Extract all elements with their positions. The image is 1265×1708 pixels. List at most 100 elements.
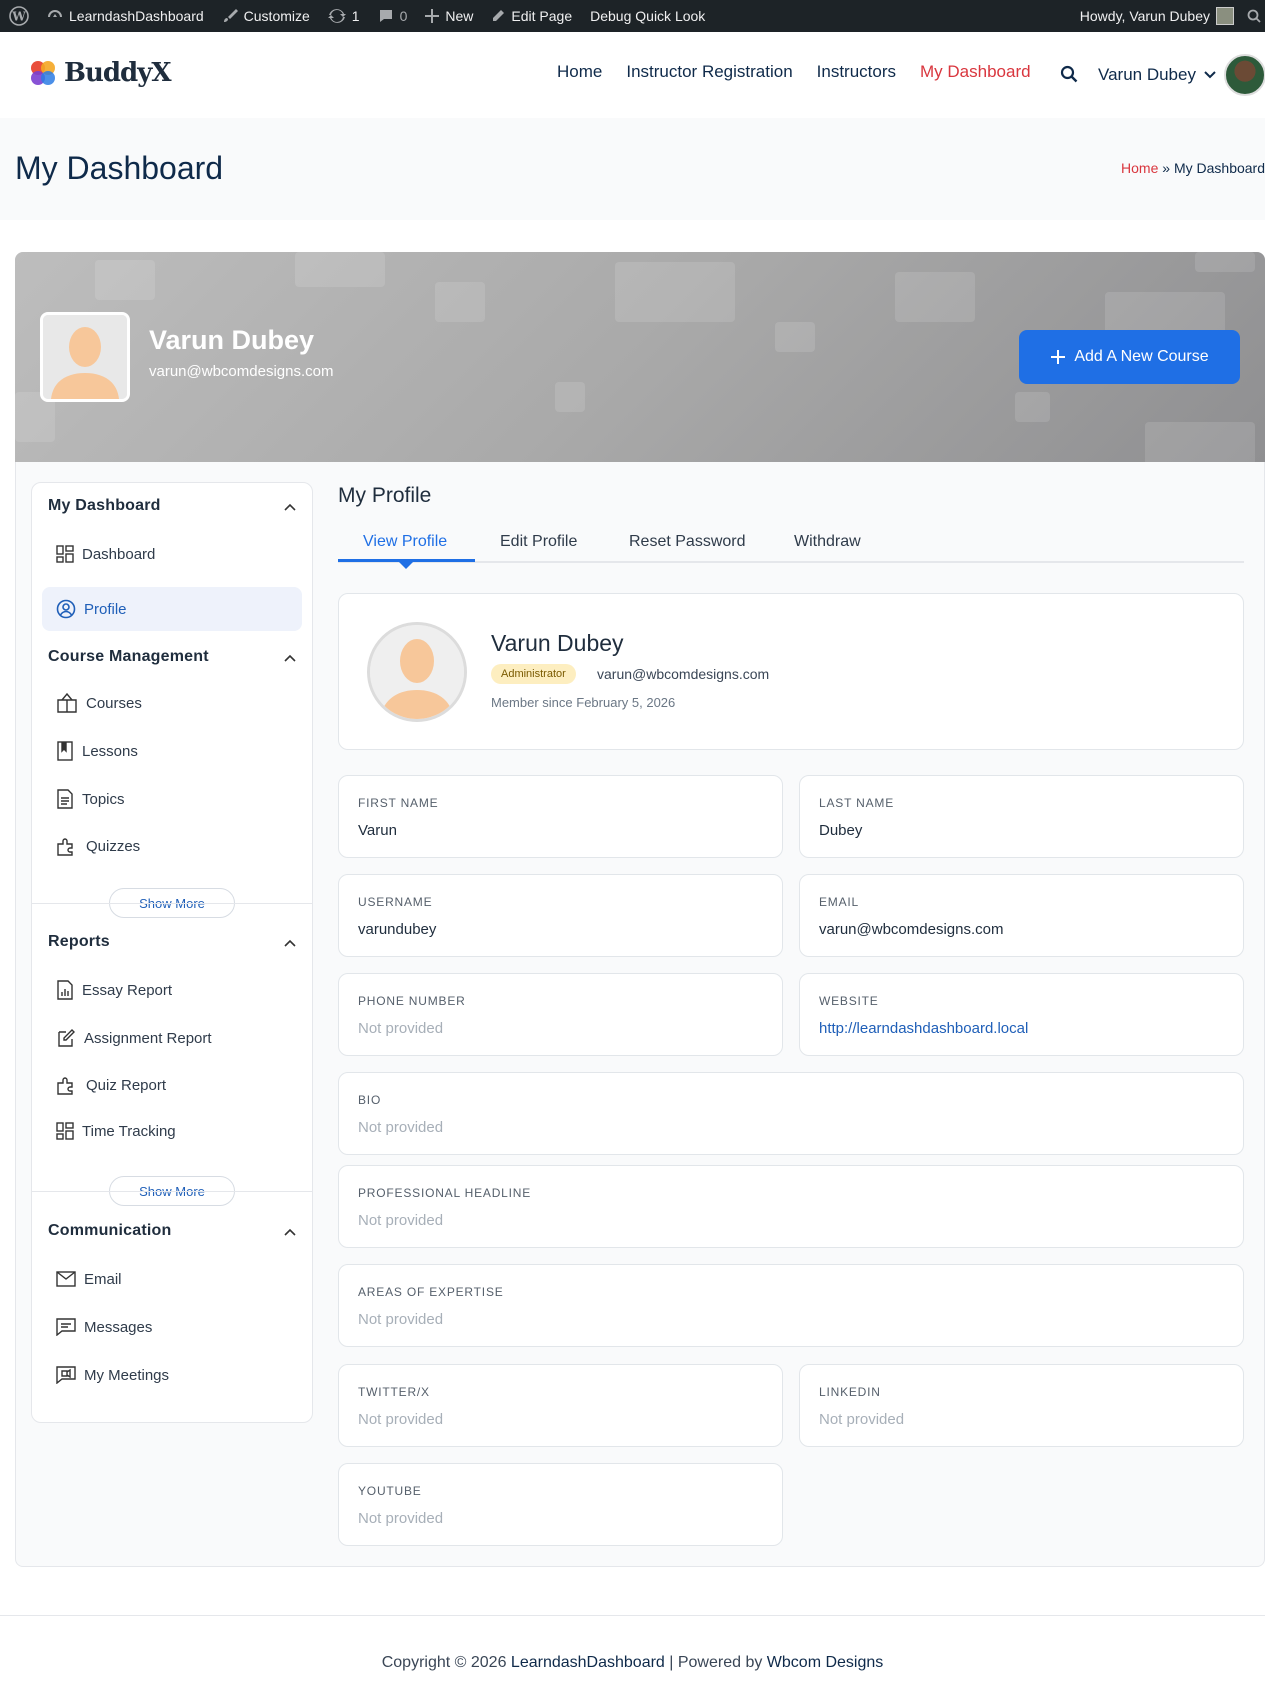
footer-copyright: Copyright © 2026 LearndashDashboard | Po… [0, 1654, 1265, 1672]
admin-bar-customize[interactable]: Customize [213, 0, 319, 32]
sidebar-section-communication[interactable]: Communication [48, 1222, 172, 1240]
tab-view-profile[interactable]: View Profile [363, 533, 447, 551]
field-professional-headline: Professional Headline Not provided [338, 1165, 1244, 1248]
cover-avatar[interactable] [40, 312, 130, 402]
field-last-name: Last Name Dubey [799, 775, 1244, 858]
tab-edit-profile[interactable]: Edit Profile [500, 533, 577, 551]
nav-my-dashboard[interactable]: My Dashboard [920, 62, 1031, 82]
field-label: LinkedIn [819, 1385, 881, 1399]
admin-bar-site[interactable]: LearndashDashboard [38, 0, 213, 32]
role-badge: Administrator [491, 664, 576, 684]
sidebar-item-dashboard[interactable]: Dashboard [42, 532, 302, 576]
tab-withdraw[interactable]: Withdraw [794, 533, 861, 551]
user-menu[interactable]: Varun Dubey [1098, 65, 1216, 85]
add-course-label: Add A New Course [1074, 348, 1209, 365]
nav-home[interactable]: Home [557, 62, 602, 82]
admin-bar-comments[interactable]: 0 [369, 0, 417, 32]
breadcrumb-home[interactable]: Home [1121, 160, 1158, 176]
admin-bar-updates[interactable]: 1 [319, 0, 369, 32]
sidebar-section-course-management[interactable]: Course Management [48, 648, 209, 666]
field-label: First Name [358, 796, 439, 810]
grid-icon [56, 1122, 74, 1140]
user-avatar[interactable] [1224, 54, 1265, 96]
edit-document-icon [58, 1029, 75, 1047]
search-icon[interactable] [1060, 65, 1078, 88]
howdy-label: Howdy, Varun Dubey [1079, 8, 1210, 24]
field-label: Website [819, 994, 879, 1008]
nav-instructor-registration[interactable]: Instructor Registration [626, 62, 792, 82]
field-linkedin: LinkedIn Not provided [799, 1364, 1244, 1447]
field-label: Areas of Expertise [358, 1285, 504, 1299]
add-course-button[interactable]: Add A New Course [1019, 330, 1240, 384]
field-youtube: YouTube Not provided [338, 1463, 783, 1546]
divider [32, 1191, 312, 1192]
brush-icon [223, 9, 238, 22]
admin-bar-customize-label: Customize [243, 8, 310, 24]
admin-bar-edit-page[interactable]: Edit Page [482, 0, 581, 32]
chevron-up-icon[interactable] [284, 654, 296, 662]
field-label: Twitter/X [358, 1385, 430, 1399]
breadcrumb: Home » My Dashboard [1121, 160, 1265, 176]
page-title: My Dashboard [15, 150, 224, 186]
admin-bar-debug[interactable]: Debug Quick Look [581, 0, 714, 32]
tab-reset-password[interactable]: Reset Password [629, 533, 746, 551]
admin-bar-search-icon[interactable] [1243, 0, 1265, 32]
cover-name: Varun Dubey [149, 325, 315, 355]
document-icon [57, 789, 73, 809]
envelope-icon [56, 1271, 76, 1287]
sidebar-item-label: Quiz Report [86, 1076, 167, 1094]
sidebar-item-email[interactable]: Email [42, 1257, 302, 1301]
field-value: varundubey [358, 921, 437, 938]
update-icon [327, 9, 346, 23]
meeting-icon [56, 1366, 76, 1384]
svg-text:W: W [11, 10, 26, 24]
sidebar-section-reports[interactable]: Reports [48, 933, 110, 951]
sidebar-item-courses[interactable]: Courses [42, 681, 302, 725]
member-since: Member since February 5, 2026 [491, 695, 676, 710]
sidebar-item-label: Profile [84, 600, 127, 618]
site-logo[interactable]: BuddyX [26, 56, 172, 90]
plus-icon [425, 9, 440, 23]
sidebar-item-quizzes[interactable]: Quizzes [42, 824, 302, 868]
admin-bar-account[interactable]: Howdy, Varun Dubey [1071, 0, 1243, 32]
footer-prefix: Copyright © 2026 [381, 1654, 511, 1671]
user-circle-icon [56, 599, 76, 619]
field-value: Dubey [819, 822, 863, 839]
footer-site-link[interactable]: LearndashDashboard [511, 1654, 665, 1671]
chevron-up-icon[interactable] [284, 503, 296, 511]
field-value: varun@wbcomdesigns.com [819, 921, 1004, 938]
sidebar-item-time-tracking[interactable]: Time Tracking [42, 1109, 302, 1153]
plus-icon [1051, 350, 1066, 364]
sidebar-section-my-dashboard[interactable]: My Dashboard [48, 497, 161, 515]
nav-instructors[interactable]: Instructors [817, 62, 896, 82]
sidebar-item-my-meetings[interactable]: My Meetings [42, 1353, 302, 1397]
main-nav: Home Instructor Registration Instructors… [557, 62, 1031, 82]
sidebar-item-assignment-report[interactable]: Assignment Report [42, 1016, 302, 1060]
field-label: Bio [358, 1093, 382, 1107]
sidebar-item-profile[interactable]: Profile [42, 587, 302, 631]
footer-powered-link[interactable]: Wbcom Designs [767, 1654, 883, 1671]
wordpress-logo-icon[interactable]: W [0, 0, 38, 32]
sidebar-item-topics[interactable]: Topics [42, 777, 302, 821]
chevron-up-icon[interactable] [284, 1228, 296, 1236]
website-link[interactable]: http://learndashdashboard.local [819, 1020, 1028, 1037]
field-username: Username varundubey [338, 874, 783, 957]
field-value: Not provided [358, 1411, 444, 1428]
footer-mid: | Powered by [664, 1654, 767, 1671]
sidebar-item-label: Email [84, 1270, 122, 1288]
cover-email: varun@wbcomdesigns.com [149, 363, 334, 380]
admin-bar-new[interactable]: New [416, 0, 482, 32]
field-value: Varun [358, 822, 397, 839]
bookmark-book-icon [57, 741, 73, 761]
comments-count: 0 [399, 8, 408, 24]
sidebar-item-label: My Meetings [84, 1366, 170, 1384]
dashboard-sidebar: My Dashboard Dashboard Profile Course Ma… [31, 482, 313, 1423]
chevron-up-icon[interactable] [284, 939, 296, 947]
sidebar-item-label: Quizzes [86, 837, 141, 855]
sidebar-item-label: Lessons [82, 742, 138, 760]
sidebar-item-lessons[interactable]: Lessons [42, 729, 302, 773]
sidebar-item-quiz-report[interactable]: Quiz Report [42, 1063, 302, 1107]
profile-summary-card: Varun Dubey Administrator varun@wbcomdes… [338, 593, 1244, 750]
sidebar-item-messages[interactable]: Messages [42, 1305, 302, 1349]
sidebar-item-essay-report[interactable]: Essay Report [42, 968, 302, 1012]
